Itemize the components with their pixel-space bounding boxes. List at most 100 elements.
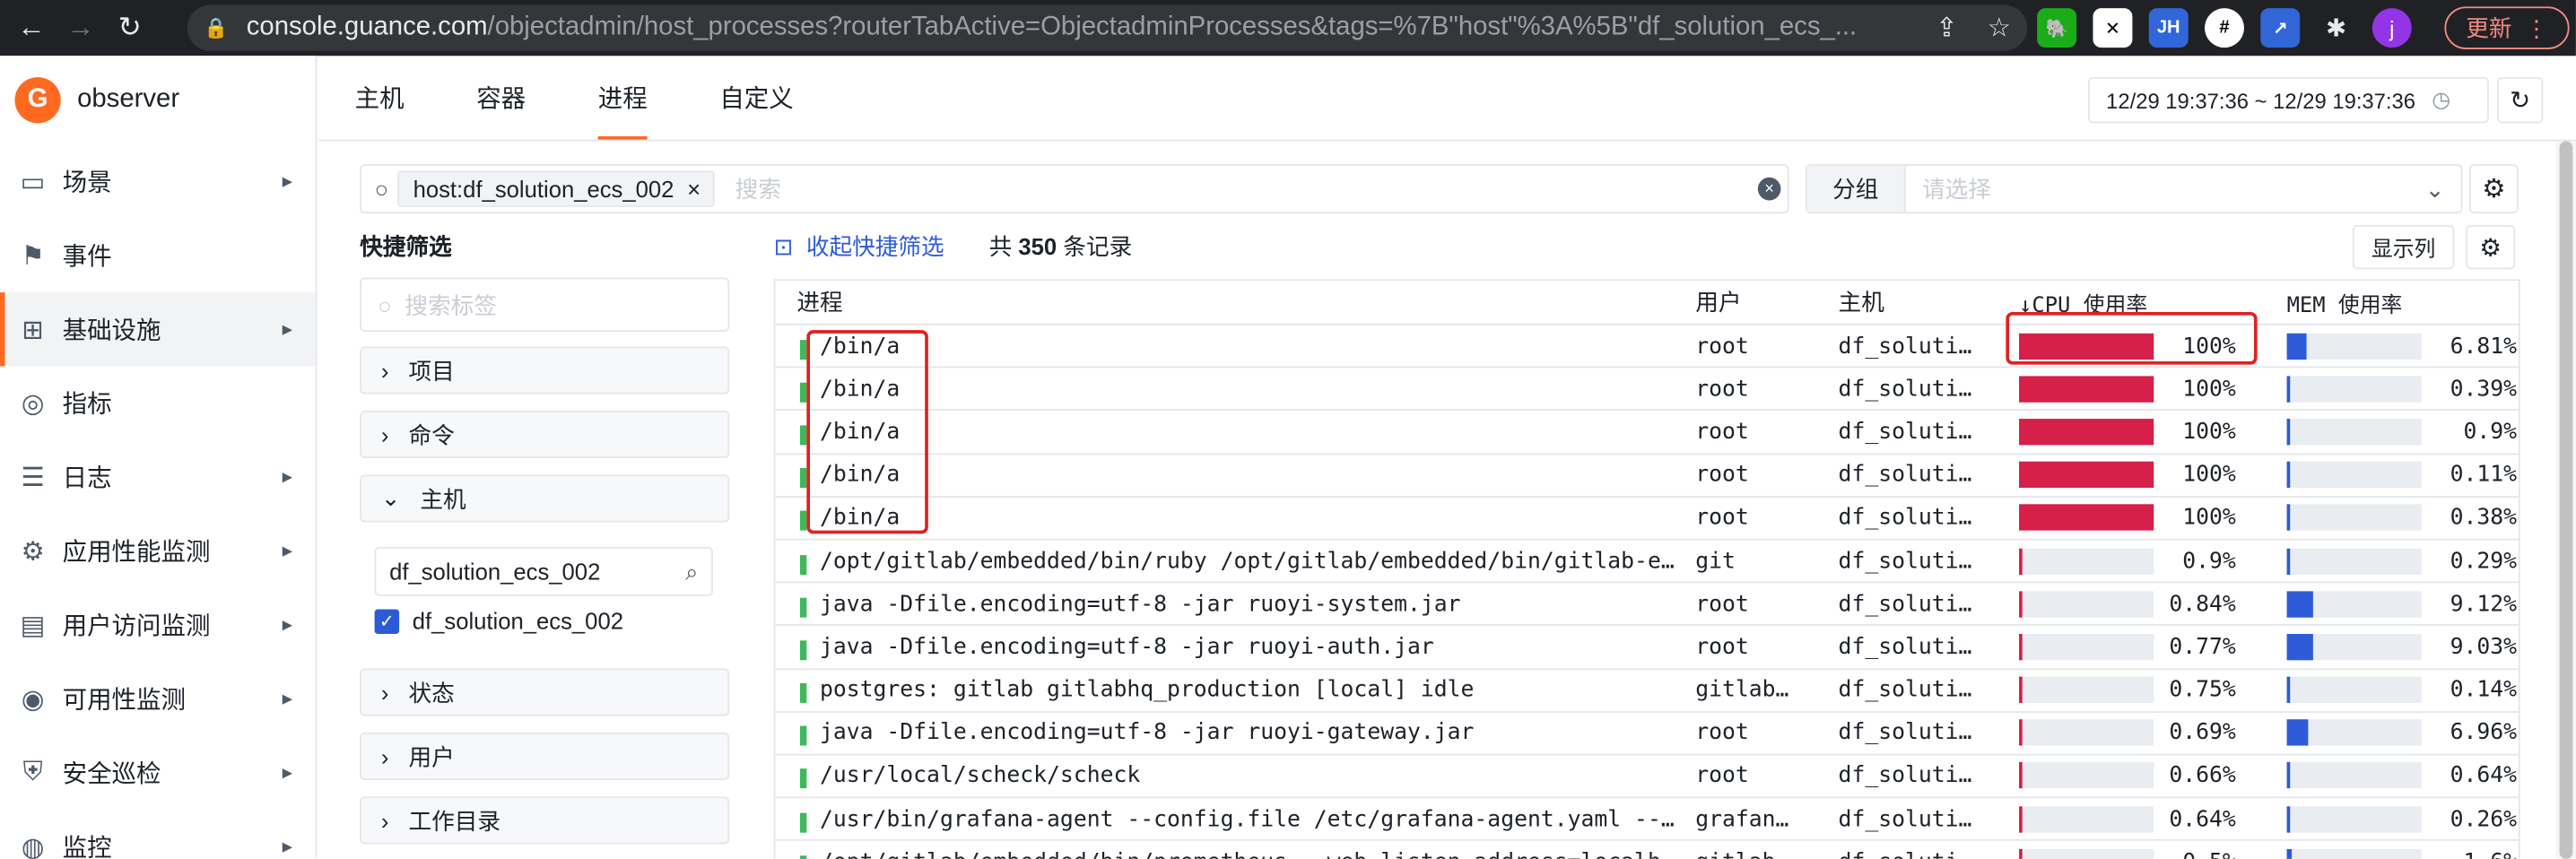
caret-right-icon: ▶ — [282, 321, 293, 337]
column-mem[interactable]: MEM 使用率 — [2287, 287, 2517, 317]
share-icon[interactable]: ⇪ — [1936, 12, 1958, 45]
mem-bar-fill — [2286, 547, 2290, 575]
sidebar-item-8[interactable]: ⛨ 安全巡检 ▶ — [0, 736, 316, 810]
group-label: 分组 — [1806, 165, 1906, 213]
highlight-cpu-box — [2006, 312, 2258, 365]
cpu-bar-fill — [2019, 461, 2154, 489]
tab-1[interactable]: 容器 — [440, 54, 562, 139]
collapse-quick-filter-button[interactable]: ⊡ 收起快捷筛选 — [774, 230, 944, 263]
reload-icon[interactable]: ↻ — [112, 10, 148, 46]
tag-search-placeholder: 搜索标签 — [405, 291, 498, 318]
table-row[interactable]: postgres: gitlab gitlabhq_production [lo… — [775, 669, 2519, 713]
facet-1[interactable]: › 命令 — [360, 410, 730, 459]
table-row[interactable]: /usr/bin/grafana-agent --config.file /et… — [775, 798, 2519, 842]
facet-3[interactable]: › 状态 — [360, 668, 730, 716]
show-columns-button[interactable]: 显示列 — [2352, 224, 2455, 270]
facet-5[interactable]: › 工作目录 — [360, 796, 730, 845]
tag-search-input[interactable]: ○ 搜索标签 — [360, 277, 730, 332]
cpu-value: 100% — [2182, 504, 2236, 532]
table-row[interactable]: /bin/a root df_soluti… 100% 0.11% — [775, 455, 2519, 498]
filter-chip[interactable]: host:df_solution_ecs_002 × — [398, 170, 716, 207]
rum-icon: ▤ — [20, 612, 46, 640]
mem-bar-fill — [2286, 719, 2308, 747]
mem-value: 0.14% — [2450, 676, 2518, 704]
tab-3[interactable]: 自定义 — [683, 54, 830, 139]
checkbox-checked-icon[interactable]: ✓ — [374, 608, 400, 634]
clear-search-icon[interactable]: × — [1757, 177, 1781, 201]
cpu-bar — [2019, 547, 2154, 575]
refresh-button[interactable]: ↻ — [2497, 77, 2544, 124]
time-range-picker[interactable]: 12/29 19:37:36 ~ 12/29 19:37:36 ◷ — [2087, 77, 2489, 124]
sidebar-item-label: 日志 — [62, 464, 112, 493]
hash-extension-icon[interactable]: # — [2205, 8, 2244, 48]
table-row[interactable]: java -Dfile.encoding=utf-8 -jar ruoyi-sy… — [775, 583, 2519, 627]
cpu-value: 100% — [2182, 461, 2236, 489]
cpu-bar — [2019, 461, 2154, 489]
evernote-extension-icon[interactable]: 🐘 — [2037, 8, 2077, 48]
mem-bar-fill — [2286, 333, 2308, 360]
scrollbar[interactable] — [2555, 141, 2576, 859]
sidebar-item-9[interactable]: ◍ 监控 ▶ — [0, 810, 316, 859]
lock-icon: 🔒 — [204, 16, 229, 39]
x-extension-icon[interactable]: ✕ — [2093, 8, 2133, 48]
host-checkbox-option[interactable]: ✓ df_solution_ecs_002 — [374, 608, 623, 634]
bookmark-star-icon[interactable]: ☆ — [1988, 12, 2011, 45]
mem-cell: 0.38% — [2286, 504, 2517, 532]
host-filter-input[interactable]: df_solution_ecs_002 ⌕ — [374, 546, 713, 596]
sidebar-item-5[interactable]: ⚙ 应用性能监测 ▶ — [0, 514, 316, 587]
host-cell: df_soluti… — [1838, 633, 1972, 661]
facet-4[interactable]: › 用户 — [360, 732, 730, 781]
sidebar-item-4[interactable]: ☰ 日志 ▶ — [0, 440, 316, 514]
process-cell: java -Dfile.encoding=utf-8 -jar ruoyi-ga… — [796, 720, 1684, 747]
forward-icon[interactable]: → — [63, 10, 99, 46]
jh-extension-icon[interactable]: JH — [2148, 8, 2189, 48]
arrow-extension-icon[interactable]: ↗ — [2260, 8, 2301, 48]
app-logo[interactable]: G observer — [0, 56, 316, 144]
column-process[interactable]: 进程 — [796, 286, 1684, 319]
table-row[interactable]: /usr/local/scheck/scheck root df_soluti…… — [775, 755, 2519, 799]
sidebar-item-0[interactable]: ▭ 场景 ▶ — [0, 144, 316, 218]
sidebar-item-1[interactable]: ⚑ 事件 — [0, 219, 316, 292]
table-row[interactable]: java -Dfile.encoding=utf-8 -jar ruoyi-au… — [775, 626, 2519, 670]
column-user[interactable]: 用户 — [1695, 286, 1794, 319]
scrollbar-thumb[interactable] — [2559, 141, 2573, 859]
dashboard-icon: ▭ — [20, 168, 46, 196]
table-row[interactable]: /opt/gitlab/embedded/bin/prometheus --we… — [776, 841, 2519, 859]
tab-0[interactable]: 主机 — [318, 54, 440, 139]
table-settings-button[interactable]: ⚙ — [2466, 224, 2516, 270]
browser-toolbar: ← → ↻ 🔒 console.guance.com/objectadmin/h… — [0, 0, 2576, 56]
search-input[interactable]: 搜索 — [735, 172, 781, 205]
cpu-cell: 0.75% — [2019, 676, 2249, 704]
sidebar-item-2[interactable]: ⊞ 基础设施 ▶ — [0, 292, 316, 367]
tab-2[interactable]: 进程 — [561, 54, 683, 140]
table-row[interactable]: java -Dfile.encoding=utf-8 -jar ruoyi-ga… — [775, 712, 2519, 756]
cpu-bar — [2019, 633, 2154, 661]
count-value: 350 — [1018, 233, 1057, 260]
sidebar-item-7[interactable]: ◉ 可用性监测 ▶ — [0, 662, 316, 735]
search-bar[interactable]: ○ host:df_solution_ecs_002 × 搜索 × — [360, 164, 1789, 214]
facet-0[interactable]: › 项目 — [360, 346, 730, 395]
facet-2[interactable]: ⌄ 主机 — [360, 474, 730, 523]
mem-bar — [2286, 676, 2422, 704]
address-bar[interactable]: 🔒 console.guance.com/objectadmin/host_pr… — [187, 4, 2028, 51]
cpu-bar — [2019, 504, 2154, 532]
back-icon[interactable]: ← — [13, 10, 49, 46]
puzzle-icon[interactable]: ✱ — [2317, 8, 2356, 48]
caret-right-icon: ▶ — [282, 765, 293, 781]
cpu-cell: 0.69% — [2019, 719, 2249, 747]
profile-avatar[interactable]: j — [2371, 8, 2412, 48]
settings-button[interactable]: ⚙ — [2468, 164, 2519, 214]
cpu-value: 0.77% — [2169, 633, 2236, 661]
table-row[interactable]: /bin/a root df_soluti… 100% 0.39% — [775, 369, 2519, 412]
mem-cell: 6.96% — [2286, 719, 2517, 747]
table-row[interactable]: /opt/gitlab/embedded/bin/ruby /opt/gitla… — [775, 540, 2519, 584]
table-row[interactable]: /bin/a root df_soluti… 100% 0.9% — [775, 412, 2519, 455]
sidebar-item-6[interactable]: ▤ 用户访问监测 ▶ — [0, 588, 316, 662]
table-row[interactable]: /bin/a root df_soluti… 100% 0.38% — [775, 498, 2519, 541]
sidebar-item-3[interactable]: ◎ 指标 — [0, 366, 316, 439]
group-select[interactable]: 分组 请选择 ⌄ — [1805, 164, 2463, 214]
column-host[interactable]: 主机 — [1839, 286, 1979, 319]
update-button[interactable]: 更新 ⋮ — [2444, 6, 2570, 49]
close-icon[interactable]: × — [687, 176, 701, 202]
cpu-bar — [2019, 590, 2154, 618]
